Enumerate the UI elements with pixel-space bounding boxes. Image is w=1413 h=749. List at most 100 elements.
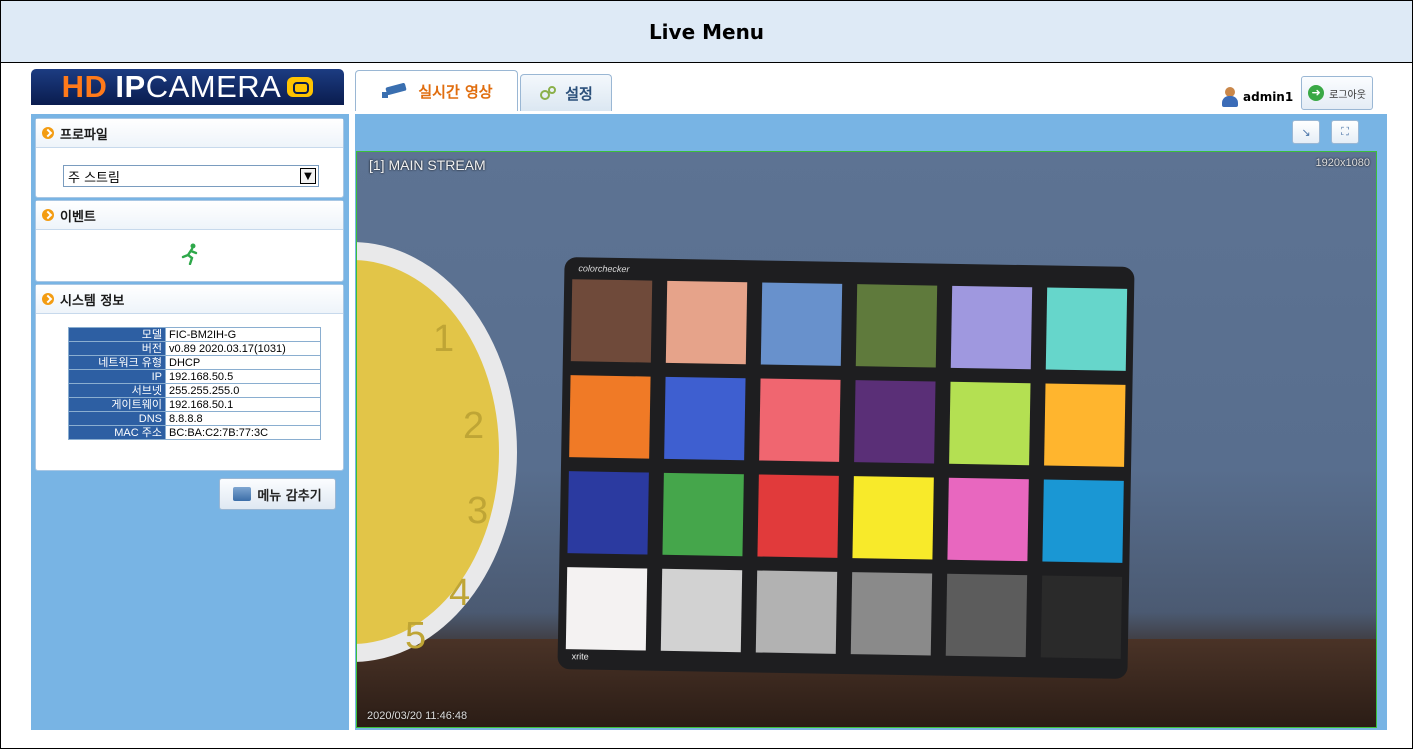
system-info-table: 모델 FIC-BM2IH-G 버전 v0.89 2020.03.17(1031) 네… bbox=[68, 327, 321, 440]
color-patch bbox=[949, 381, 1031, 466]
profile-panel-header[interactable]: 프로파일 bbox=[36, 119, 343, 148]
fullscreen-button[interactable]: ⛶ bbox=[1331, 120, 1359, 144]
tab-live-video-label: 실시간 영상 bbox=[418, 82, 493, 101]
logout-button[interactable]: ➜ 로그아웃 bbox=[1301, 76, 1373, 110]
row-value: 8.8.8.8 bbox=[165, 411, 321, 426]
color-patch bbox=[664, 376, 746, 461]
row-value: v0.89 2020.03.17(1031) bbox=[165, 341, 321, 356]
logo-mark-icon bbox=[287, 77, 314, 97]
page-frame: Live Menu HD IP CAMERA 실시간 영상 설정 admin1 … bbox=[0, 0, 1413, 749]
logo-camera: CAMERA bbox=[145, 69, 282, 104]
sidebar: 프로파일 주 스트림 ▼ 이벤트 시스템 정보 모델 FIC-BM2IH-G 버… bbox=[31, 114, 349, 730]
stream-profile-select[interactable]: 주 스트림 ▼ bbox=[63, 165, 319, 187]
resolution-overlay: 1920x1080 bbox=[1315, 157, 1370, 169]
color-patch bbox=[1044, 383, 1126, 467]
profile-panel: 프로파일 주 스트림 ▼ bbox=[35, 118, 344, 198]
color-patch bbox=[662, 472, 744, 557]
event-panel-header[interactable]: 이벤트 bbox=[36, 201, 343, 230]
system-info-panel: 시스템 정보 모델 FIC-BM2IH-G 버전 v0.89 2020.03.17(… bbox=[35, 284, 344, 471]
table-row: 모델 FIC-BM2IH-G bbox=[68, 327, 321, 342]
row-value: BC:BA:C2:7B:77:3C bbox=[165, 425, 321, 440]
fullscreen-icon: ⛶ bbox=[1341, 125, 1349, 138]
row-value: DHCP bbox=[165, 355, 321, 370]
gears-icon bbox=[540, 86, 557, 100]
stream-title-overlay: [1] MAIN STREAM bbox=[369, 157, 486, 173]
color-patch bbox=[759, 378, 841, 462]
video-color-chart: colorchecker xrite bbox=[557, 257, 1135, 679]
chart-brand-label: colorchecker bbox=[578, 263, 630, 275]
table-row: 게이트웨이 192.168.50.1 bbox=[68, 397, 321, 412]
logout-icon: ➜ bbox=[1308, 85, 1325, 101]
hide-menu-icon bbox=[233, 487, 252, 501]
color-patch bbox=[1045, 287, 1128, 371]
stream-profile-value: 주 스트림 bbox=[68, 170, 120, 186]
collapse-arrow-icon bbox=[42, 209, 54, 221]
color-patch bbox=[565, 567, 648, 651]
tab-settings[interactable]: 설정 bbox=[520, 74, 612, 111]
logout-label: 로그아웃 bbox=[1329, 89, 1366, 101]
hd-ipcamera-logo: HD IP CAMERA bbox=[31, 69, 344, 105]
color-patch bbox=[850, 572, 933, 656]
color-patch bbox=[757, 474, 839, 558]
logo-ip: IP bbox=[115, 69, 146, 104]
table-row: MAC 주소 BC:BA:C2:7B:77:3C bbox=[68, 425, 321, 440]
color-patch bbox=[852, 476, 934, 560]
color-patch bbox=[854, 380, 936, 464]
row-key: 네트워크 유형 bbox=[68, 355, 166, 370]
color-patch bbox=[570, 279, 653, 363]
color-patch bbox=[755, 570, 838, 654]
row-value: 192.168.50.1 bbox=[165, 397, 321, 412]
camera-icon bbox=[382, 83, 407, 98]
row-value: 192.168.50.5 bbox=[165, 369, 321, 384]
system-info-panel-header[interactable]: 시스템 정보 bbox=[36, 285, 343, 314]
user-name: admin1 bbox=[1243, 90, 1294, 104]
color-patch bbox=[665, 280, 748, 365]
row-key: 게이트웨이 bbox=[68, 397, 166, 412]
color-patch bbox=[760, 282, 843, 366]
color-patch bbox=[1040, 575, 1123, 659]
video-area: ↘ ⛶ 1 2 3 4 5 colorchecker xrite [1] MAI… bbox=[355, 114, 1387, 730]
color-patch bbox=[569, 375, 651, 459]
event-panel-title: 이벤트 bbox=[60, 209, 96, 225]
hide-menu-button[interactable]: 메뉴 감추기 bbox=[219, 478, 336, 510]
event-panel: 이벤트 bbox=[35, 200, 344, 282]
row-key: DNS bbox=[68, 411, 166, 426]
timestamp-overlay: 2020/03/20 11:46:48 bbox=[367, 710, 468, 722]
user-info: admin1 bbox=[1221, 87, 1293, 107]
row-value: FIC-BM2IH-G bbox=[165, 327, 321, 342]
row-key: MAC 주소 bbox=[68, 425, 166, 440]
logo-hd: HD bbox=[61, 69, 108, 104]
row-key: 버전 bbox=[68, 341, 166, 356]
row-value: 255.255.255.0 bbox=[165, 383, 321, 398]
color-patch bbox=[660, 568, 743, 653]
table-row: IP 192.168.50.5 bbox=[68, 369, 321, 384]
shrink-icon: ↘ bbox=[1301, 125, 1311, 139]
user-icon bbox=[1221, 87, 1239, 107]
row-key: IP bbox=[68, 369, 166, 384]
chevron-down-icon[interactable]: ▼ bbox=[300, 168, 316, 184]
collapse-arrow-icon bbox=[42, 293, 54, 305]
video-wall-clock: 1 2 3 4 5 bbox=[357, 242, 517, 662]
tab-settings-label: 설정 bbox=[565, 84, 593, 103]
running-person-icon bbox=[181, 243, 198, 265]
page-banner: Live Menu bbox=[1, 1, 1412, 63]
table-row: 서브넷 255.255.255.0 bbox=[68, 383, 321, 398]
profile-panel-title: 프로파일 bbox=[60, 127, 108, 143]
hide-menu-label: 메뉴 감추기 bbox=[257, 488, 322, 504]
row-key: 서브넷 bbox=[68, 383, 166, 398]
color-patch bbox=[567, 471, 649, 555]
table-row: 네트워크 유형 DHCP bbox=[68, 355, 321, 370]
shrink-video-button[interactable]: ↘ bbox=[1292, 120, 1320, 144]
row-key: 모델 bbox=[68, 327, 166, 342]
live-video-view[interactable]: 1 2 3 4 5 colorchecker xrite [1] MAIN ST… bbox=[356, 151, 1377, 728]
collapse-arrow-icon bbox=[42, 127, 54, 139]
color-patch bbox=[1042, 479, 1124, 563]
color-patch bbox=[855, 284, 938, 368]
table-row: 버전 v0.89 2020.03.17(1031) bbox=[68, 341, 321, 356]
color-patch bbox=[945, 573, 1028, 658]
system-info-panel-title: 시스템 정보 bbox=[60, 293, 125, 309]
table-row: DNS 8.8.8.8 bbox=[68, 411, 321, 426]
color-patches bbox=[565, 257, 1135, 659]
color-patch bbox=[950, 285, 1033, 370]
tab-live-video[interactable]: 실시간 영상 bbox=[355, 70, 518, 111]
